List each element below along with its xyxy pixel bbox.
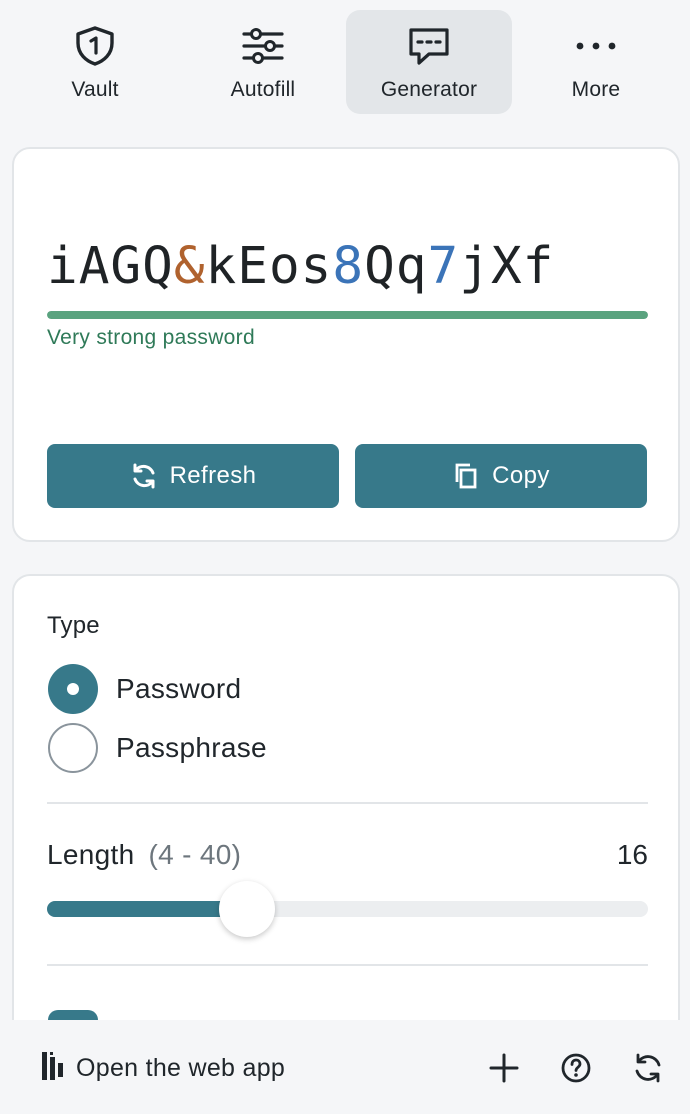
- length-label: Length (4 - 40): [47, 839, 241, 871]
- top-navigation: Vault Autofill Generator More: [0, 0, 690, 128]
- tab-autofill-label: Autofill: [230, 78, 296, 101]
- generated-password[interactable]: iAGQ&kEos8Qq7jXf: [47, 237, 554, 296]
- refresh-button[interactable]: Refresh: [47, 444, 339, 508]
- help-icon[interactable]: [558, 1050, 594, 1086]
- length-range: (4 - 40): [148, 839, 242, 870]
- radio-passphrase-label: Passphrase: [116, 732, 267, 763]
- strength-label: Very strong password: [47, 326, 255, 349]
- copy-button[interactable]: Copy: [355, 444, 647, 508]
- radio-password-label: Password: [116, 673, 242, 704]
- radio-passphrase[interactable]: Passphrase: [48, 722, 267, 774]
- divider: [47, 802, 648, 804]
- length-value: 16: [616, 839, 648, 870]
- password-part-symbol: &: [173, 237, 206, 296]
- password-part-letters: iAGQ: [47, 237, 174, 296]
- open-web-app-link[interactable]: Open the web app: [40, 1048, 285, 1088]
- app-logo-icon: [40, 1049, 66, 1088]
- tab-generator-label: Generator: [380, 78, 478, 101]
- divider: [47, 964, 648, 966]
- tab-generator[interactable]: Generator: [346, 10, 512, 114]
- refresh-button-label: Refresh: [169, 462, 257, 489]
- password-part-letters: jXf: [459, 237, 555, 296]
- sync-icon[interactable]: [630, 1050, 666, 1086]
- tab-autofill[interactable]: Autofill: [180, 10, 346, 114]
- password-part-letters: kEos: [205, 237, 333, 296]
- password-part-number: 8: [332, 237, 365, 296]
- generator-page: Vault Autofill Generator More iAGQ&kEos8…: [0, 0, 690, 1114]
- strength-meter-fill: [47, 311, 648, 319]
- length-row: Length (4 - 40) 16: [47, 839, 648, 875]
- tab-vault-label: Vault: [71, 78, 119, 101]
- copy-button-label: Copy: [492, 462, 550, 489]
- chat-password-icon: [407, 26, 451, 66]
- length-slider[interactable]: [47, 881, 648, 937]
- generated-password-card: iAGQ&kEos8Qq7jXf Very strong password Re…: [12, 147, 680, 542]
- shield-icon: [73, 26, 117, 66]
- tab-more-label: More: [571, 78, 621, 101]
- length-slider-thumb[interactable]: [219, 881, 276, 937]
- password-part-number: 7: [427, 237, 460, 296]
- refresh-icon: [130, 462, 158, 490]
- tab-vault[interactable]: Vault: [12, 10, 178, 114]
- type-label: Type: [47, 612, 100, 639]
- password-part-letters: Qq: [364, 237, 428, 296]
- copy-icon: [452, 462, 480, 490]
- more-icon: [574, 26, 618, 66]
- radio-button-checked[interactable]: [48, 664, 98, 714]
- plus-icon[interactable]: [486, 1050, 522, 1086]
- tab-more[interactable]: More: [513, 10, 679, 114]
- footer-bar: Open the web app: [0, 1020, 690, 1114]
- sliders-icon: [241, 26, 285, 66]
- open-web-app-label: Open the web app: [76, 1053, 286, 1082]
- radio-password[interactable]: Password: [48, 663, 241, 715]
- radio-button-unchecked[interactable]: [48, 723, 98, 773]
- strength-meter: [47, 311, 648, 319]
- length-slider-fill: [47, 901, 248, 917]
- length-label-text: Length: [47, 839, 135, 870]
